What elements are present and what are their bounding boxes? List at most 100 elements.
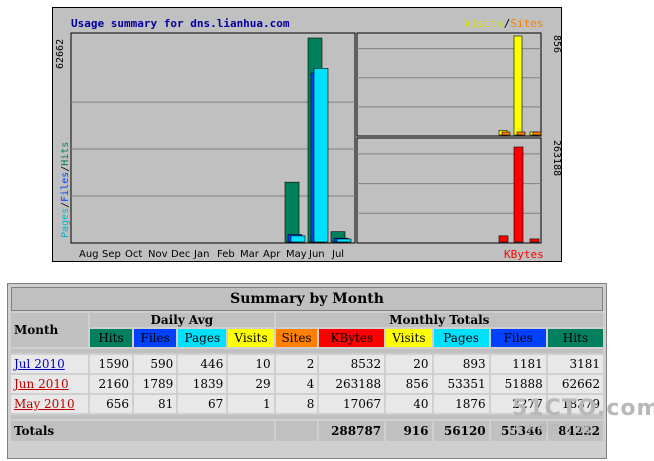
cell-daily-visits: 29	[228, 375, 274, 393]
y-axis-label-part: Hits	[60, 142, 71, 166]
col-total-pages: Pages	[433, 329, 489, 347]
x-tick-label: Nov	[148, 249, 168, 260]
legend-kbytes: KBytes	[504, 248, 544, 261]
cell-total-kbytes: 8532	[319, 355, 385, 373]
totals-hits: 84222	[547, 421, 603, 441]
kbytes-max-label: 263188	[551, 140, 562, 176]
cell-daily-pages: 67	[178, 395, 227, 413]
x-tick-label: Jul	[331, 249, 344, 260]
cell-daily-files: 1789	[134, 375, 177, 393]
totals-pages: 56120	[433, 421, 489, 441]
legend-slash: /	[504, 17, 511, 30]
cell-total-sites: 4	[275, 375, 318, 393]
col-daily-pages: Pages	[178, 329, 227, 347]
bar-pages	[290, 235, 306, 243]
y-max-label: 62662	[55, 39, 66, 69]
cell-total-kbytes: 263188	[319, 375, 385, 393]
cell-daily-files: 590	[134, 355, 177, 373]
summary-table-panel: Summary by Month Month Daily Avg Monthly…	[7, 283, 607, 459]
bar-pages	[313, 68, 329, 243]
month-link-jul-2010[interactable]: Jul 2010	[14, 357, 65, 371]
col-daily-files: Files	[134, 329, 177, 347]
summary-title: Summary by Month	[11, 287, 603, 311]
table-row: Jun 2010 2160 1789 1839 29 4 263188 856 …	[11, 375, 603, 393]
month-link-jun-2010[interactable]: Jun 2010	[14, 377, 69, 391]
x-tick-label: Oct	[125, 249, 142, 260]
table-row: May 2010 656 81 67 1 8 17067 40 1876 227…	[11, 395, 603, 413]
month-header: Month	[11, 313, 88, 347]
bar-kbytes	[513, 146, 524, 243]
totals-visits: 916	[386, 421, 432, 441]
bar-kbytes	[529, 238, 540, 243]
col-total-files: Files	[490, 329, 546, 347]
totals-sites-empty	[275, 421, 318, 441]
totals-label: Totals	[11, 421, 274, 441]
table-row: Jul 2010 1590 590 446 10 2 8532 20 893 1…	[11, 355, 603, 373]
cell-daily-hits: 1590	[89, 355, 133, 373]
usage-graph-svg: Usage summary for dns.lianhua.com Visits…	[55, 17, 562, 261]
col-daily-hits: Hits	[89, 329, 133, 347]
x-tick-label: Dec	[171, 249, 190, 260]
totals-kbytes: 288787	[319, 421, 385, 441]
cell-total-files: 1181	[490, 355, 546, 373]
x-tick-label: May	[286, 249, 307, 260]
summary-table: Summary by Month Month Daily Avg Monthly…	[9, 285, 605, 443]
y-axis-label-part: Pages	[60, 208, 71, 238]
cell-total-files: 51888	[490, 375, 546, 393]
cell-total-visits: 40	[386, 395, 432, 413]
x-tick-label: Jan	[193, 249, 209, 260]
main-plot-area	[70, 32, 356, 244]
month-cell: Jul 2010	[11, 355, 88, 373]
usage-graph-panel: Usage summary for dns.lianhua.com Visits…	[52, 7, 562, 262]
bar-visits	[513, 35, 523, 136]
monthly-totals-header: Monthly Totals	[275, 313, 603, 327]
col-total-hits: Hits	[547, 329, 603, 347]
cell-total-sites: 2	[275, 355, 318, 373]
x-tick-label: Apr	[263, 249, 281, 260]
y-axis-label: Pages/Files/Hits	[60, 142, 71, 238]
cell-total-pages: 53351	[433, 375, 489, 393]
cell-total-kbytes: 17067	[319, 395, 385, 413]
col-total-sites: Sites	[275, 329, 318, 347]
cell-total-hits: 3181	[547, 355, 603, 373]
y-axis-label-part: Files	[60, 172, 71, 202]
bar-sites	[532, 131, 542, 136]
totals-files: 55346	[490, 421, 546, 441]
graph-title: Usage summary for dns.lianhua.com	[71, 17, 290, 30]
cell-total-hits: 62662	[547, 375, 603, 393]
visits-sites-plot-area	[356, 32, 542, 137]
kbytes-plot-area	[356, 137, 542, 244]
bar-pages	[336, 238, 352, 243]
cell-total-sites: 8	[275, 395, 318, 413]
cell-daily-hits: 2160	[89, 375, 133, 393]
cell-total-visits: 856	[386, 375, 432, 393]
x-tick-label: Sep	[102, 249, 121, 260]
cell-total-files: 2277	[490, 395, 546, 413]
bar-hits	[284, 181, 300, 243]
cell-total-visits: 20	[386, 355, 432, 373]
bar-sites	[501, 131, 511, 136]
col-total-visits: Visits	[386, 329, 432, 347]
cell-daily-files: 81	[134, 395, 177, 413]
cell-total-pages: 893	[433, 355, 489, 373]
x-tick-label: Feb	[217, 249, 235, 260]
month-cell: May 2010	[11, 395, 88, 413]
month-link-may-2010[interactable]: May 2010	[14, 397, 75, 411]
bar-kbytes	[498, 235, 509, 243]
visits-max-label: 856	[551, 35, 562, 53]
col-total-kbytes: KBytes	[319, 329, 385, 347]
x-tick-label: Jun	[308, 249, 325, 260]
cell-total-hits: 18379	[547, 395, 603, 413]
x-tick-label: Aug	[79, 249, 99, 260]
cell-daily-hits: 656	[89, 395, 133, 413]
col-daily-visits: Visits	[228, 329, 274, 347]
cell-daily-pages: 446	[178, 355, 227, 373]
visits-sites-legend: Visits/Sites	[464, 17, 544, 30]
daily-avg-header: Daily Avg	[89, 313, 274, 327]
legend-sites: Sites	[510, 17, 543, 30]
cell-total-pages: 1876	[433, 395, 489, 413]
cell-daily-visits: 10	[228, 355, 274, 373]
x-tick-label: Mar	[240, 249, 260, 260]
bar-sites	[516, 131, 526, 136]
month-cell: Jun 2010	[11, 375, 88, 393]
